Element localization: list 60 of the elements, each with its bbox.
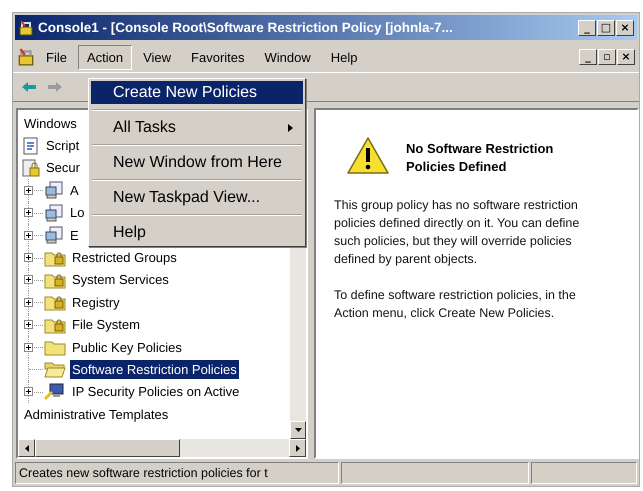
detail-paragraph: To define software restriction policies, in the Action menu, click Create New Policies. — [334, 287, 577, 322]
status-text: Creates new software restriction policies for t — [15, 462, 339, 484]
tree-item[interactable]: Restricted Groups — [70, 248, 179, 268]
detail-paragraph: This group policy has no software restriction policies defined directly on it. You can define such policies, but they will override policies defined by parent objects. — [334, 197, 580, 268]
tree-item[interactable]: Script — [44, 136, 82, 156]
submenu-arrow-icon — [288, 124, 293, 132]
menu-item[interactable]: Window — [256, 44, 320, 70]
horizontal-scrollbar[interactable] — [18, 439, 306, 457]
window-title: Console1 - [Console Root\Software Restriction Policy [johnla-7... — [38, 20, 454, 35]
expand-icon[interactable] — [24, 387, 33, 396]
tree-item[interactable]: E — [68, 226, 81, 245]
tree-item[interactable]: Administrative Templates — [22, 404, 170, 424]
open-folder-icon — [44, 360, 66, 378]
tree-item[interactable]: Windows — [22, 114, 79, 133]
child-minimize-button[interactable]: _ — [579, 49, 597, 65]
tree-item[interactable]: Secur — [44, 158, 82, 178]
tree-item[interactable]: Lo — [68, 203, 86, 222]
script-icon — [22, 136, 40, 155]
scroll-down-icon[interactable] — [294, 428, 302, 432]
computer-icon — [44, 226, 64, 244]
tree-item[interactable]: System Services — [70, 270, 171, 290]
scroll-right-icon[interactable] — [296, 444, 300, 452]
expand-icon[interactable] — [24, 298, 33, 307]
menu-item[interactable]: Favorites — [182, 44, 254, 70]
child-maximize-button[interactable]: ▫ — [598, 49, 616, 65]
tree-item[interactable]: Public Key Policies — [70, 338, 184, 357]
menu-item[interactable]: Action — [78, 44, 132, 70]
tree-item[interactable]: IP Security Policies on Active — [70, 382, 242, 402]
computer-icon — [44, 181, 64, 200]
menu-item[interactable]: New Window from Here — [91, 151, 303, 174]
warning-icon — [346, 136, 390, 176]
tree-item[interactable]: File System — [70, 315, 142, 334]
expand-icon[interactable] — [24, 208, 33, 218]
minimize-button[interactable]: _ — [578, 20, 596, 36]
menu-item[interactable]: Help — [91, 221, 303, 244]
expand-icon[interactable] — [24, 186, 33, 195]
expand-icon[interactable] — [24, 342, 33, 352]
menu-item[interactable]: View — [134, 44, 180, 70]
menu-item[interactable]: File — [37, 44, 76, 70]
toolbox-icon[interactable] — [17, 48, 35, 66]
expand-icon[interactable] — [24, 320, 33, 330]
computer-icon — [44, 204, 64, 222]
maximize-button[interactable]: □ — [597, 20, 615, 36]
monitor-key-icon — [44, 382, 66, 401]
detail-heading: No Software Restriction Policies Defined — [406, 140, 554, 176]
menu-item[interactable]: New Taskpad View... — [91, 186, 303, 209]
tree-item[interactable]: A — [68, 180, 81, 200]
scroll-left-icon[interactable] — [24, 444, 28, 452]
close-button[interactable]: × — [616, 20, 634, 36]
expand-icon[interactable] — [24, 275, 33, 284]
tree-item[interactable]: Software Restriction Policies — [70, 360, 239, 379]
menu-item[interactable]: Create New Policies — [91, 81, 303, 104]
toolbox-icon — [18, 20, 34, 36]
menu-item[interactable]: Help — [322, 44, 367, 70]
tree-item[interactable]: Registry — [70, 292, 122, 312]
menu-item[interactable]: All Tasks — [91, 116, 303, 139]
expand-icon[interactable] — [24, 230, 33, 240]
lock-document-icon — [22, 158, 40, 177]
child-close-button[interactable]: × — [617, 49, 635, 65]
expand-icon[interactable] — [24, 253, 33, 262]
